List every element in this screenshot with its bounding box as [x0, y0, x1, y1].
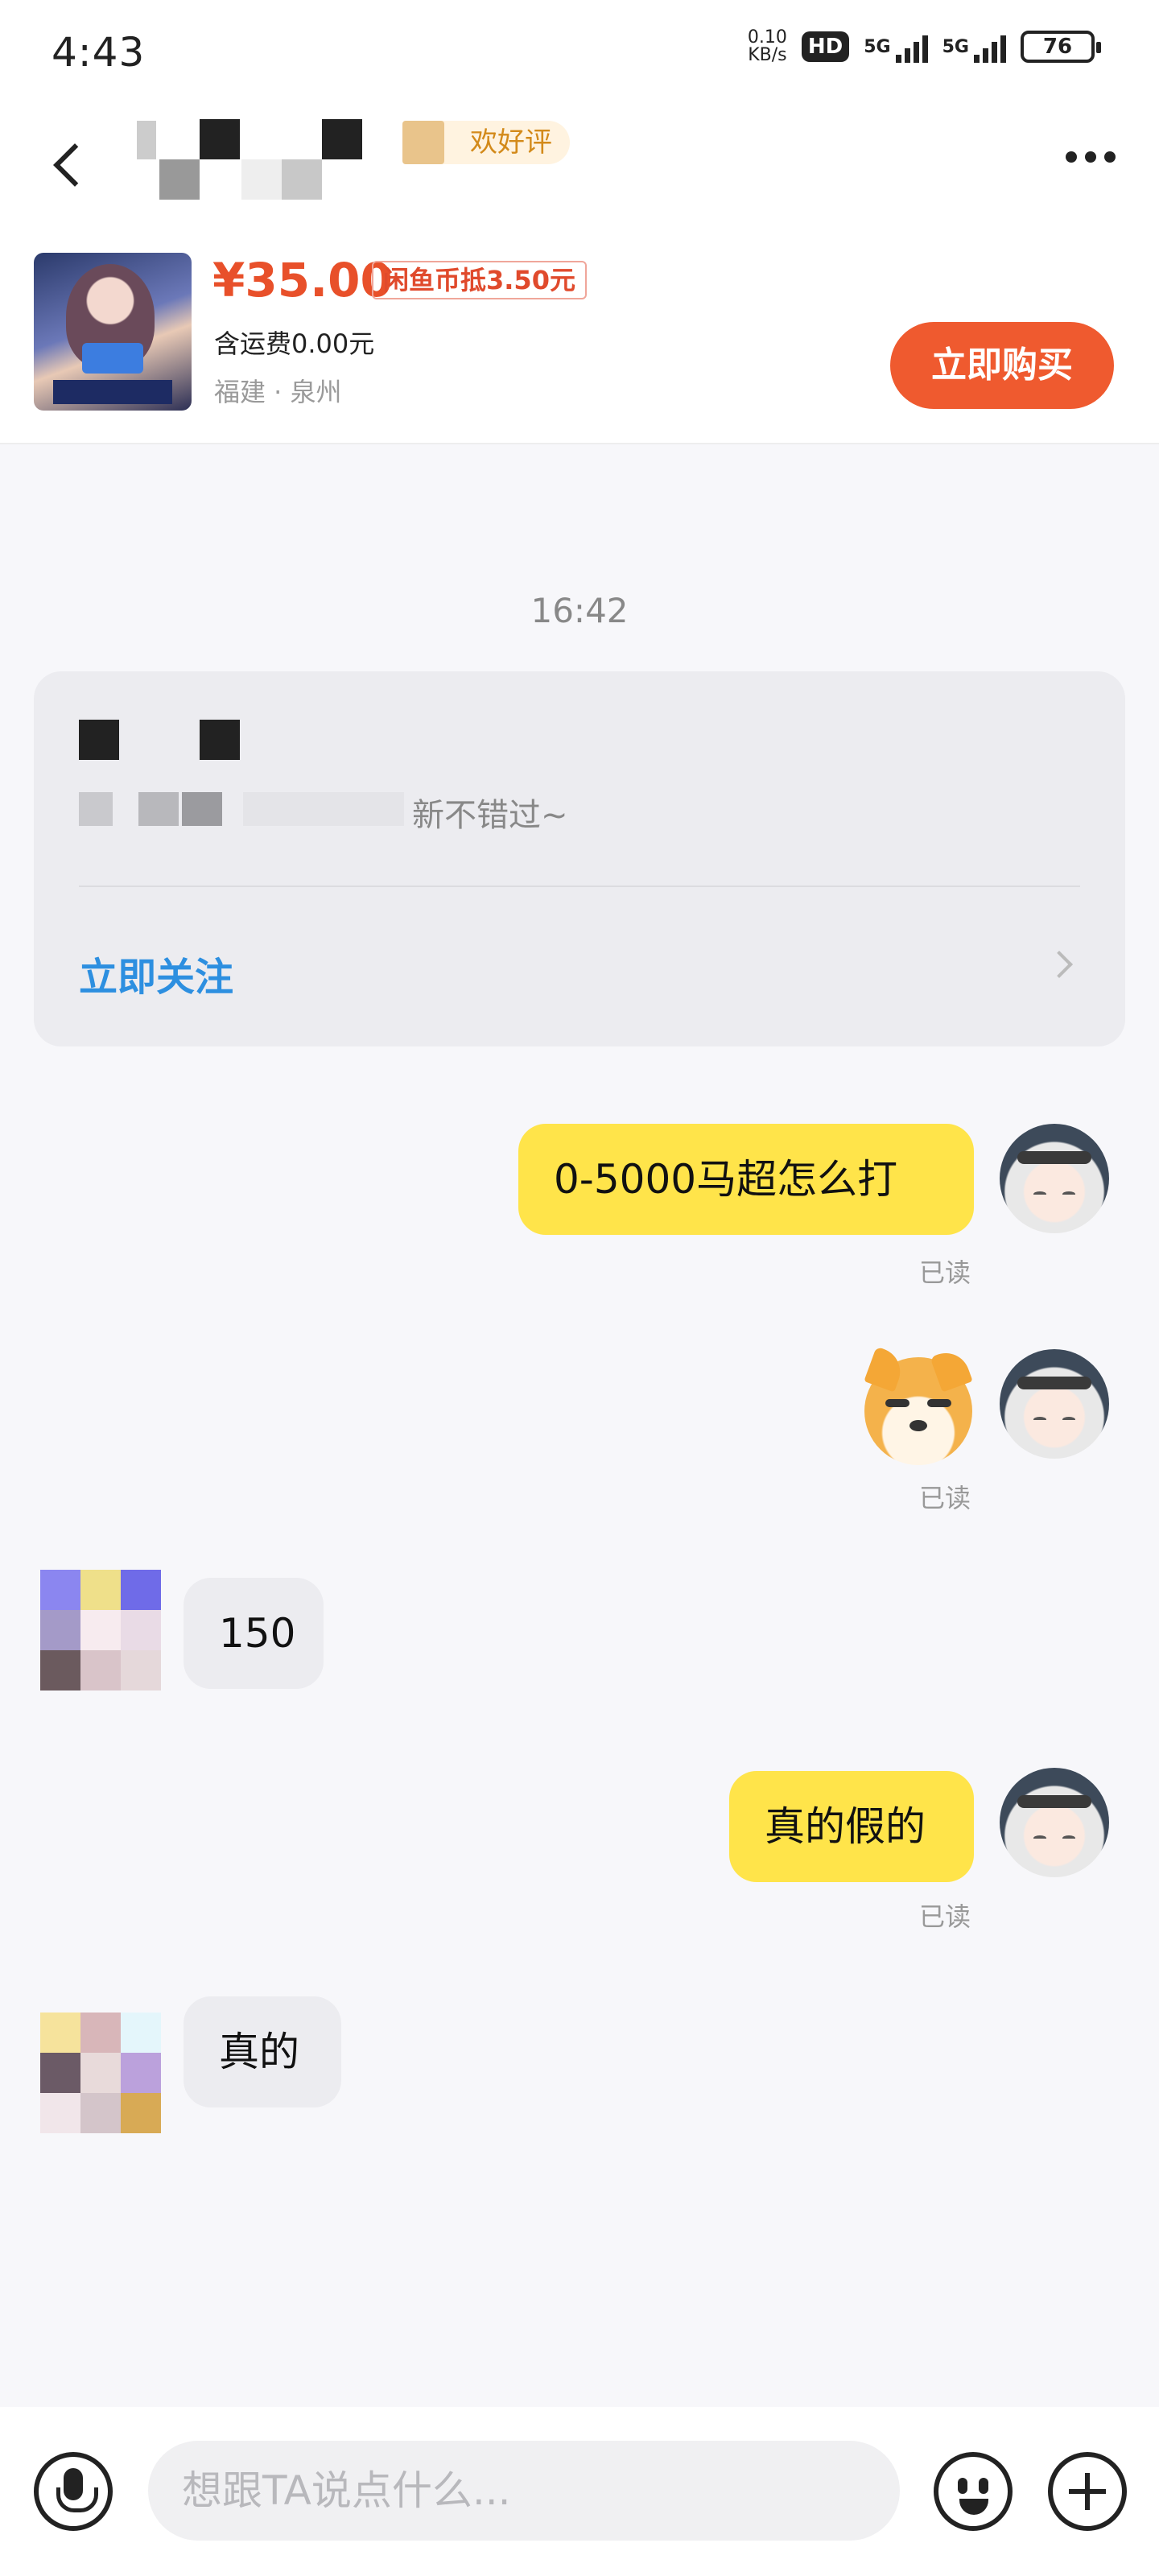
- shipping-fee: 含运费0.00元: [214, 328, 375, 359]
- product-card[interactable]: ¥35.00 闲鱼币抵3.50元 含运费0.00元 福建 · 泉州 立即购买: [0, 217, 1159, 444]
- read-receipt: 已读: [919, 1257, 971, 1288]
- my-avatar[interactable]: [1000, 1349, 1109, 1459]
- signal-icon: 5G: [942, 31, 1006, 63]
- status-icons: 0.10 KB/s HD 5G 5G 76: [747, 27, 1101, 65]
- message-timestamp: 16:42: [530, 591, 629, 630]
- message-bubble-theirs[interactable]: 150: [184, 1578, 324, 1689]
- mic-icon[interactable]: [34, 2452, 113, 2531]
- emoji-icon[interactable]: [934, 2452, 1013, 2531]
- message-bubble-theirs[interactable]: 真的: [184, 1996, 341, 2107]
- signal-icon: 5G: [864, 31, 928, 63]
- my-avatar[interactable]: [1000, 1124, 1109, 1233]
- network-speed: 0.10 KB/s: [747, 27, 787, 65]
- product-location: 福建 · 泉州: [214, 377, 342, 407]
- message-bubble-mine[interactable]: 真的假的: [729, 1771, 974, 1882]
- hd-icon: HD: [801, 31, 850, 62]
- chat-screen: 4:43 0.10 KB/s HD 5G 5G 76 欢好评 ¥35.00 闲鱼…: [0, 0, 1159, 2576]
- chat-header: 欢好评: [0, 105, 1159, 217]
- read-receipt: 已读: [919, 1901, 971, 1932]
- seller-rating-badge: 欢好评: [402, 121, 570, 164]
- clock: 4:43: [52, 29, 146, 76]
- message-bubble-mine[interactable]: 0-5000马超怎么打: [518, 1124, 974, 1235]
- coin-discount-badge: 闲鱼币抵3.50元: [372, 261, 587, 299]
- seller-avatar[interactable]: [40, 2013, 161, 2133]
- chevron-right-icon[interactable]: [1046, 951, 1073, 978]
- my-avatar[interactable]: [1000, 1768, 1109, 1877]
- battery-icon: 76: [1021, 31, 1101, 63]
- status-bar: 4:43 0.10 KB/s HD 5G 5G 76: [0, 0, 1159, 105]
- read-receipt: 已读: [919, 1483, 971, 1513]
- plus-icon[interactable]: [1048, 2452, 1127, 2531]
- product-price: ¥35.00: [212, 253, 393, 308]
- follow-button[interactable]: 立即关注: [79, 945, 233, 1001]
- follow-card: 新不错过~ 立即关注: [34, 671, 1125, 1046]
- buy-now-button[interactable]: 立即购买: [890, 322, 1114, 409]
- back-icon[interactable]: [43, 129, 92, 193]
- input-bar: [0, 2407, 1159, 2576]
- seller-avatar[interactable]: [40, 1570, 161, 1690]
- doge-sticker[interactable]: [864, 1346, 973, 1465]
- more-icon[interactable]: [1066, 151, 1116, 163]
- message-input[interactable]: [148, 2441, 900, 2541]
- product-thumbnail[interactable]: [34, 253, 192, 411]
- follow-card-desc: 新不错过~: [412, 797, 568, 834]
